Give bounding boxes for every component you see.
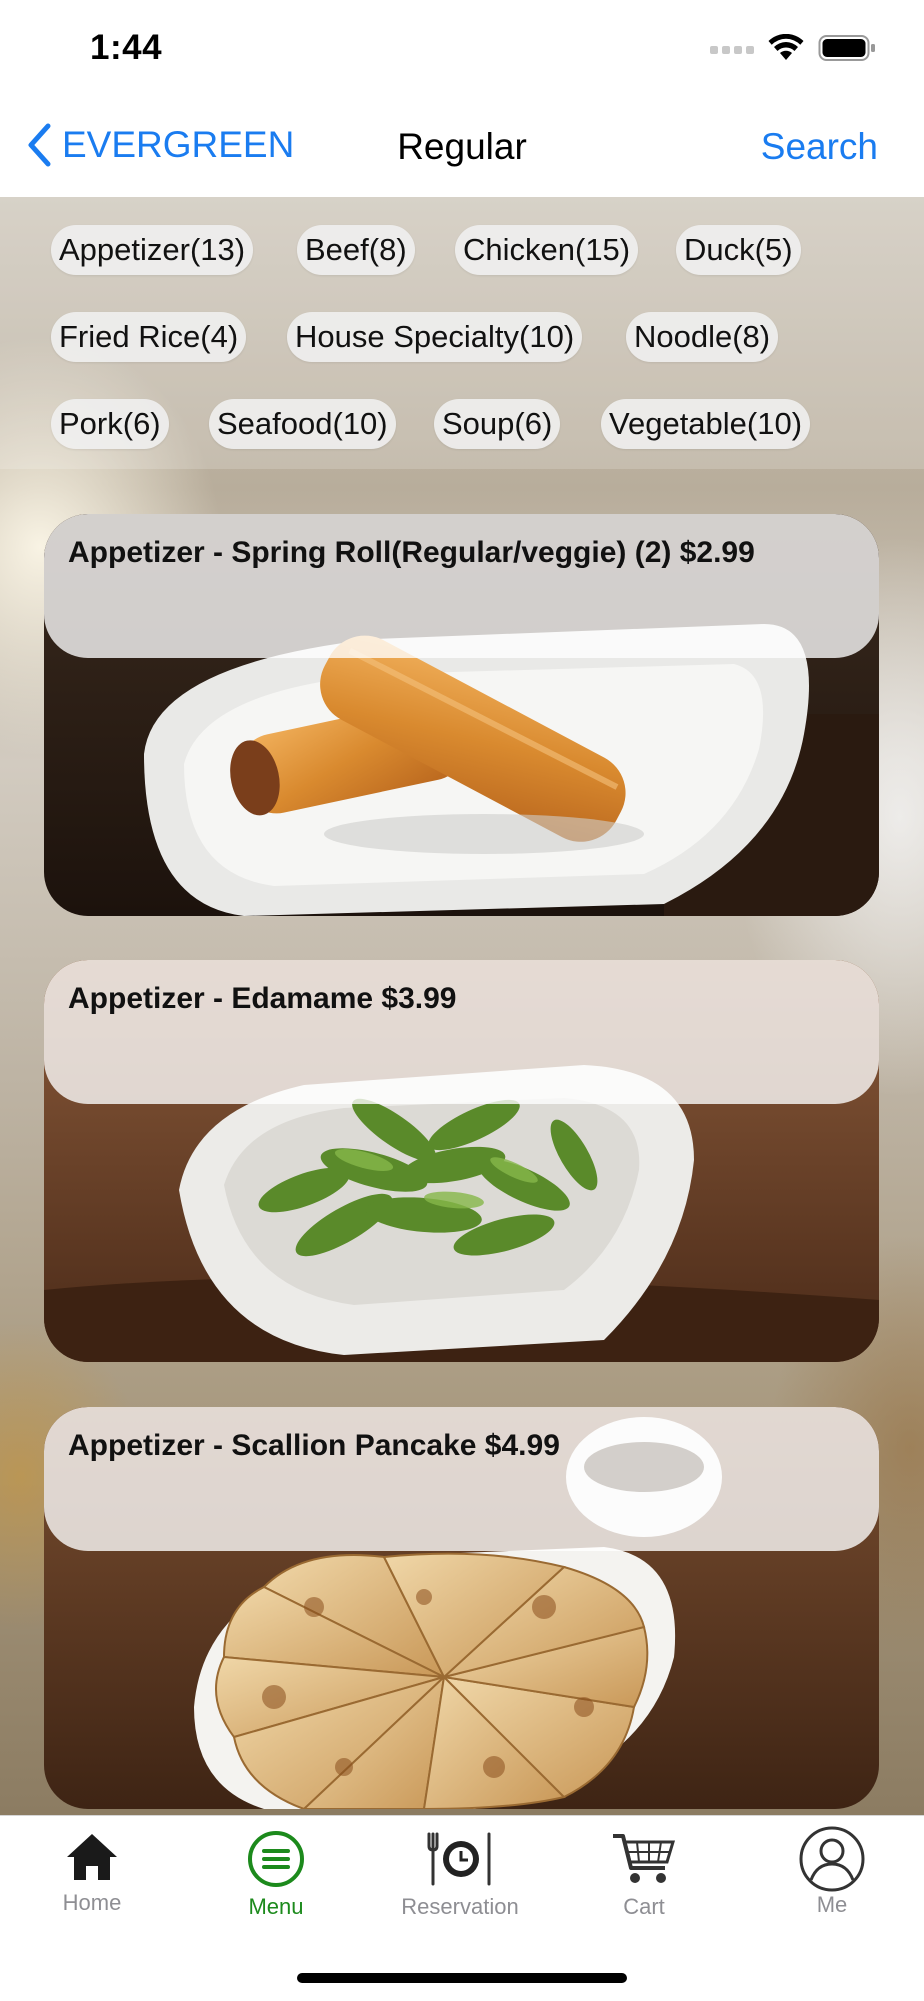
tab-menu[interactable]: Menu xyxy=(184,1816,368,1936)
menu-item-card[interactable]: Appetizer - Spring Roll(Regular/veggie) … xyxy=(44,514,879,916)
wifi-icon xyxy=(768,34,804,60)
category-chip-chicken[interactable]: Chicken(15) xyxy=(455,225,639,275)
status-icons xyxy=(710,34,876,62)
tab-home[interactable]: Home xyxy=(0,1816,184,1936)
category-chip-appetizer[interactable]: Appetizer(13) xyxy=(51,225,254,275)
menu-icon xyxy=(248,1831,304,1887)
reservation-icon xyxy=(427,1832,491,1886)
menu-item-title: Appetizer - Edamame $3.99 xyxy=(68,982,457,1015)
category-chip-house-specialty[interactable]: House Specialty(10) xyxy=(287,312,583,362)
category-chip-noodle[interactable]: Noodle(8) xyxy=(626,312,779,362)
tab-label-menu: Menu xyxy=(248,1894,304,1919)
tab-cart[interactable]: Cart xyxy=(552,1816,736,1936)
back-button-label: EVERGREEN xyxy=(62,124,295,165)
tab-label-reservation: Reservation xyxy=(401,1894,519,1919)
menu-item-card[interactable]: Appetizer - Scallion Pancake $4.99 xyxy=(44,1407,879,1809)
category-filter-bar: Appetizer(13) Beef(8) Chicken(15) Duck(5… xyxy=(0,197,924,469)
menu-item-caption: Appetizer - Edamame $3.99 xyxy=(44,960,879,1104)
menu-item-title: Appetizer - Scallion Pancake $4.99 xyxy=(68,1429,560,1462)
back-button[interactable]: EVERGREEN xyxy=(26,122,294,168)
status-time: 1:44 xyxy=(90,28,163,67)
profile-icon xyxy=(799,1826,865,1892)
status-bar: 1:44 xyxy=(0,0,924,100)
category-chip-pork[interactable]: Pork(6) xyxy=(51,399,169,449)
category-chip-seafood[interactable]: Seafood(10) xyxy=(209,399,396,449)
category-chip-fried-rice[interactable]: Fried Rice(4) xyxy=(51,312,247,362)
tab-me[interactable]: Me xyxy=(740,1816,924,1936)
menu-item-title: Appetizer - Spring Roll(Regular/veggie) … xyxy=(68,536,755,569)
battery-icon xyxy=(818,35,875,61)
category-chip-soup[interactable]: Soup(6) xyxy=(434,399,561,449)
category-chip-duck[interactable]: Duck(5) xyxy=(676,225,801,275)
menu-item-caption: Appetizer - Scallion Pancake $4.99 xyxy=(44,1407,879,1551)
category-chip-vegetable[interactable]: Vegetable(10) xyxy=(601,399,811,449)
search-button[interactable]: Search xyxy=(761,126,878,168)
cellular-signal-icon xyxy=(710,46,754,54)
home-indicator[interactable] xyxy=(297,1973,627,1983)
navigation-bar: EVERGREEN Regular Search xyxy=(0,100,924,198)
home-icon xyxy=(67,1834,117,1880)
tab-label-home: Home xyxy=(62,1890,122,1915)
chevron-left-icon xyxy=(28,123,51,167)
tab-label-cart: Cart xyxy=(623,1894,665,1919)
tab-label-me: Me xyxy=(816,1892,848,1917)
menu-content[interactable]: Appetizer(13) Beef(8) Chicken(15) Duck(5… xyxy=(0,197,924,1815)
menu-item-card[interactable]: Appetizer - Edamame $3.99 xyxy=(44,960,879,1362)
menu-item-caption: Appetizer - Spring Roll(Regular/veggie) … xyxy=(44,514,879,658)
category-chip-beef[interactable]: Beef(8) xyxy=(297,225,415,275)
tab-reservation[interactable]: Reservation xyxy=(368,1816,552,1936)
cart-icon xyxy=(613,1834,676,1883)
